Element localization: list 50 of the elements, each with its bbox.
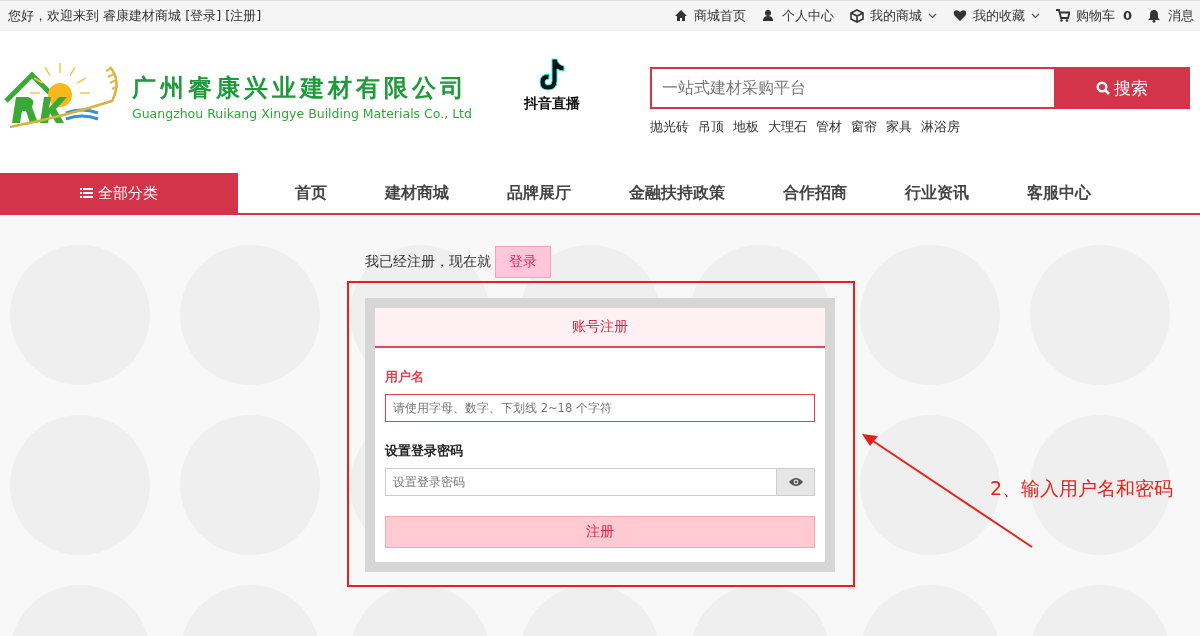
search-button[interactable]: 搜索 bbox=[1054, 67, 1190, 109]
password-field[interactable]: 设置登录密码 bbox=[385, 468, 777, 496]
nav-link[interactable]: 金融扶持政策 bbox=[610, 173, 744, 213]
hot-search-link[interactable]: 家具 bbox=[886, 118, 912, 136]
nav-link[interactable]: 建材商城 bbox=[366, 173, 468, 213]
list-icon bbox=[80, 187, 93, 199]
login-prompt-text: 我已经注册，现在就 bbox=[365, 253, 491, 271]
show-password-button[interactable] bbox=[777, 468, 815, 496]
nav-link[interactable]: 客服中心 bbox=[1008, 173, 1110, 213]
live-label[interactable]: 抖音直播 bbox=[524, 95, 580, 113]
company-english-name: Guangzhou Ruikang Xingye Building Materials Co., Ltd bbox=[132, 105, 472, 121]
login-link[interactable]: [登录] bbox=[185, 6, 222, 25]
search-icon bbox=[1096, 81, 1110, 95]
nav-link[interactable]: 品牌展厅 bbox=[488, 173, 590, 213]
registration-tab[interactable]: 账号注册 bbox=[572, 308, 628, 346]
search-field[interactable]: 一站式建材采购平台 bbox=[650, 67, 1054, 109]
hot-search-link[interactable]: 吊顶 bbox=[698, 118, 724, 136]
hot-search-link[interactable]: 淋浴房 bbox=[921, 118, 960, 136]
bell-icon bbox=[1148, 8, 1162, 23]
hot-search-link[interactable]: 地板 bbox=[733, 118, 759, 136]
heart-icon bbox=[952, 8, 967, 23]
nav-link[interactable]: 行业资讯 bbox=[886, 173, 988, 213]
user-icon bbox=[761, 8, 776, 23]
field-label: 用户名 bbox=[385, 368, 425, 386]
username-field[interactable]: 请使用字母、数字、下划线 2~18 个字符 bbox=[385, 394, 815, 422]
caret-icon bbox=[927, 12, 937, 19]
register-link[interactable]: [注册] bbox=[225, 6, 262, 25]
hot-search-link[interactable]: 抛光砖 bbox=[650, 118, 689, 136]
register-button[interactable]: 注册 bbox=[385, 516, 815, 548]
hot-search-link[interactable]: 窗帘 bbox=[851, 118, 877, 136]
top-nav-link[interactable]: 我的商城 bbox=[849, 6, 937, 25]
nav-link[interactable]: 首页 bbox=[276, 173, 346, 213]
top-nav-link[interactable]: 消息 bbox=[1148, 6, 1194, 25]
eye-icon bbox=[787, 476, 804, 488]
field-label: 设置登录密码 bbox=[385, 442, 464, 460]
hot-search-link[interactable]: 管材 bbox=[816, 118, 842, 136]
top-nav-link[interactable]: 购物车 0 bbox=[1055, 6, 1132, 25]
all-categories-button[interactable]: 全部分类 bbox=[0, 173, 238, 213]
nav-link[interactable]: 合作招商 bbox=[764, 173, 866, 213]
caret-icon bbox=[1030, 12, 1040, 19]
company-name: 广州睿康兴业建材有限公司 bbox=[132, 71, 469, 104]
cart-icon bbox=[1055, 8, 1070, 23]
top-nav-link[interactable]: 我的收藏 bbox=[952, 6, 1040, 25]
home-icon bbox=[673, 8, 688, 23]
welcome-text: 您好，欢迎来到 睿康建材商城 bbox=[8, 6, 182, 25]
top-nav-link[interactable]: 商城首页 bbox=[673, 6, 746, 25]
hot-search-link[interactable]: 大理石 bbox=[768, 118, 807, 136]
cube-icon bbox=[849, 8, 864, 23]
annotation-text: 2、输入用户名和密码 bbox=[990, 476, 1174, 501]
top-nav-link[interactable]: 个人中心 bbox=[761, 6, 834, 25]
